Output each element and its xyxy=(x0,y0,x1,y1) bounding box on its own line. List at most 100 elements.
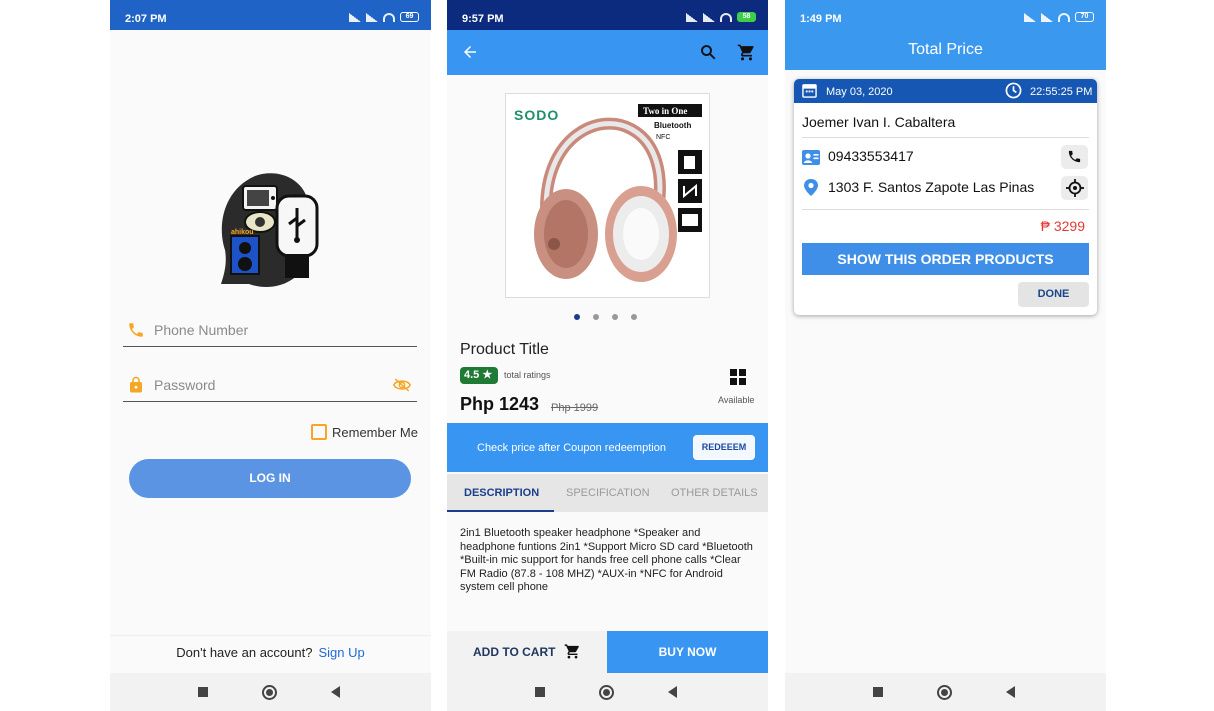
carousel-dot[interactable] xyxy=(574,314,580,320)
cart-icon[interactable] xyxy=(564,643,581,660)
phone-number-placeholder: Phone Number xyxy=(154,322,249,338)
grid-icon[interactable] xyxy=(730,369,746,385)
battery-icon: 58 xyxy=(737,12,756,22)
home-icon[interactable] xyxy=(937,685,952,700)
cart-icon[interactable] xyxy=(737,43,756,62)
order-date: May 03, 2020 xyxy=(826,86,893,98)
home-icon[interactable] xyxy=(262,685,277,700)
rating-label: total ratings xyxy=(504,370,551,380)
signal-icon xyxy=(1041,12,1053,22)
original-price: Php 1999 xyxy=(551,402,599,414)
status-bar: 1:49 PM 70 xyxy=(785,0,1106,30)
recents-icon[interactable] xyxy=(535,687,545,697)
tab-other-details[interactable]: OTHER DETAILS xyxy=(671,487,758,499)
product-title: Product Title xyxy=(460,341,549,358)
lock-icon xyxy=(130,376,142,393)
carousel-dot[interactable] xyxy=(593,314,599,320)
signal-icon xyxy=(349,12,361,22)
app-logo: ahikou xyxy=(221,173,319,288)
order-time: 22:55:25 PM xyxy=(1030,86,1093,98)
status-bar: 9:57 PM 58 xyxy=(447,0,768,30)
back-arrow-icon[interactable] xyxy=(461,43,479,61)
product-price: Php 1243 xyxy=(460,394,540,414)
customer-address: 1303 F. Santos Zapote Las Pinas xyxy=(828,179,1035,195)
buy-now-button[interactable]: BUY NOW xyxy=(607,631,768,673)
status-icons: 58 xyxy=(686,12,756,22)
two-in-one-badge: Two in One xyxy=(643,106,687,116)
divider xyxy=(802,137,1089,138)
tab-description[interactable]: DESCRIPTION xyxy=(464,487,539,499)
carousel-dot[interactable] xyxy=(612,314,618,320)
wifi-icon xyxy=(1058,12,1070,22)
signal-icon xyxy=(686,12,698,22)
redeem-button[interactable]: REDEEEM xyxy=(693,435,755,460)
signup-row: Don't have an account? Sign Up xyxy=(110,635,431,660)
back-icon[interactable] xyxy=(331,686,340,698)
remember-me-label: Remember Me xyxy=(332,424,418,440)
add-to-cart-button[interactable]: ADD TO CART xyxy=(473,645,555,659)
order-card: May 03, 2020 22:55:25 PM Joemer Ivan I. … xyxy=(794,79,1097,315)
call-button[interactable] xyxy=(1061,145,1088,169)
order-screen: 1:49 PM 70 Total Price May 03, 2020 22:5… xyxy=(785,0,1106,711)
contact-card-icon xyxy=(802,150,820,165)
recents-icon[interactable] xyxy=(198,687,208,697)
customer-phone: 09433553417 xyxy=(828,148,914,164)
system-nav-bar xyxy=(447,673,768,711)
page-title: Total Price xyxy=(785,30,1106,70)
product-description: 2in1 Bluetooth speaker headphone *Speake… xyxy=(460,527,753,594)
status-time: 1:49 PM xyxy=(800,13,842,25)
customer-name: Joemer Ivan I. Cabaltera xyxy=(802,114,956,130)
login-screen: 2:07 PM 69 ahikou Phone Number Password … xyxy=(110,0,431,711)
status-time: 9:57 PM xyxy=(462,13,504,25)
eye-off-icon[interactable] xyxy=(393,378,411,392)
back-icon[interactable] xyxy=(668,686,677,698)
wifi-icon xyxy=(383,12,395,22)
detail-tabs: DESCRIPTION SPECIFICATION OTHER DETAILS xyxy=(447,474,768,512)
login-button[interactable]: LOG IN xyxy=(129,459,411,498)
carousel-indicator xyxy=(574,314,637,320)
battery-icon: 69 xyxy=(400,12,419,22)
search-icon[interactable] xyxy=(699,43,717,61)
status-bar: 2:07 PM 69 xyxy=(110,0,431,30)
rating-badge: 4.5 ★ xyxy=(460,367,498,384)
calendar-icon xyxy=(802,84,817,98)
signal-icon xyxy=(1024,12,1036,22)
password-field[interactable]: Password xyxy=(123,372,417,402)
battery-icon: 70 xyxy=(1075,12,1094,22)
brand-logo: SODO xyxy=(514,107,559,123)
bottom-action-bar: ADD TO CART BUY NOW xyxy=(447,631,768,673)
app-bar xyxy=(447,30,768,75)
coupon-banner: Check price after Coupon redeemption RED… xyxy=(447,423,768,472)
carousel-dot[interactable] xyxy=(631,314,637,320)
product-screen: 9:57 PM 58 SODO Two in One Bluetooth NFC xyxy=(447,0,768,711)
locate-button[interactable] xyxy=(1061,176,1088,200)
signup-link[interactable]: Sign Up xyxy=(318,645,364,660)
system-nav-bar xyxy=(785,673,1106,711)
signal-icon xyxy=(703,12,715,22)
clock-icon xyxy=(1005,82,1022,99)
signup-prompt: Don't have an account? xyxy=(176,645,313,660)
product-image[interactable]: SODO Two in One Bluetooth NFC xyxy=(505,93,710,298)
wifi-icon xyxy=(720,12,732,22)
divider xyxy=(802,209,1089,210)
headphone-image: SODO Two in One Bluetooth NFC xyxy=(514,104,702,282)
checkbox-box[interactable] xyxy=(311,424,327,440)
show-order-products-button[interactable]: SHOW THIS ORDER PRODUCTS xyxy=(802,243,1089,275)
order-total: ₱ 3299 xyxy=(1040,218,1085,234)
order-card-header: May 03, 2020 22:55:25 PM xyxy=(794,79,1097,103)
status-icons: 69 xyxy=(349,12,419,22)
signal-icon xyxy=(366,12,378,22)
phone-icon xyxy=(129,323,143,337)
crosshair-icon xyxy=(1066,179,1084,197)
nfc-label: NFC xyxy=(656,134,670,141)
home-icon[interactable] xyxy=(599,685,614,700)
back-icon[interactable] xyxy=(1006,686,1015,698)
recents-icon[interactable] xyxy=(873,687,883,697)
tab-specification[interactable]: SPECIFICATION xyxy=(566,487,650,499)
remember-me-checkbox[interactable]: Remember Me xyxy=(311,424,418,440)
logo-text: ahikou xyxy=(231,229,254,236)
bluetooth-label: Bluetooth xyxy=(654,121,691,130)
done-button[interactable]: DONE xyxy=(1018,282,1089,307)
phone-number-field[interactable]: Phone Number xyxy=(123,317,417,347)
active-tab-indicator xyxy=(447,510,554,512)
